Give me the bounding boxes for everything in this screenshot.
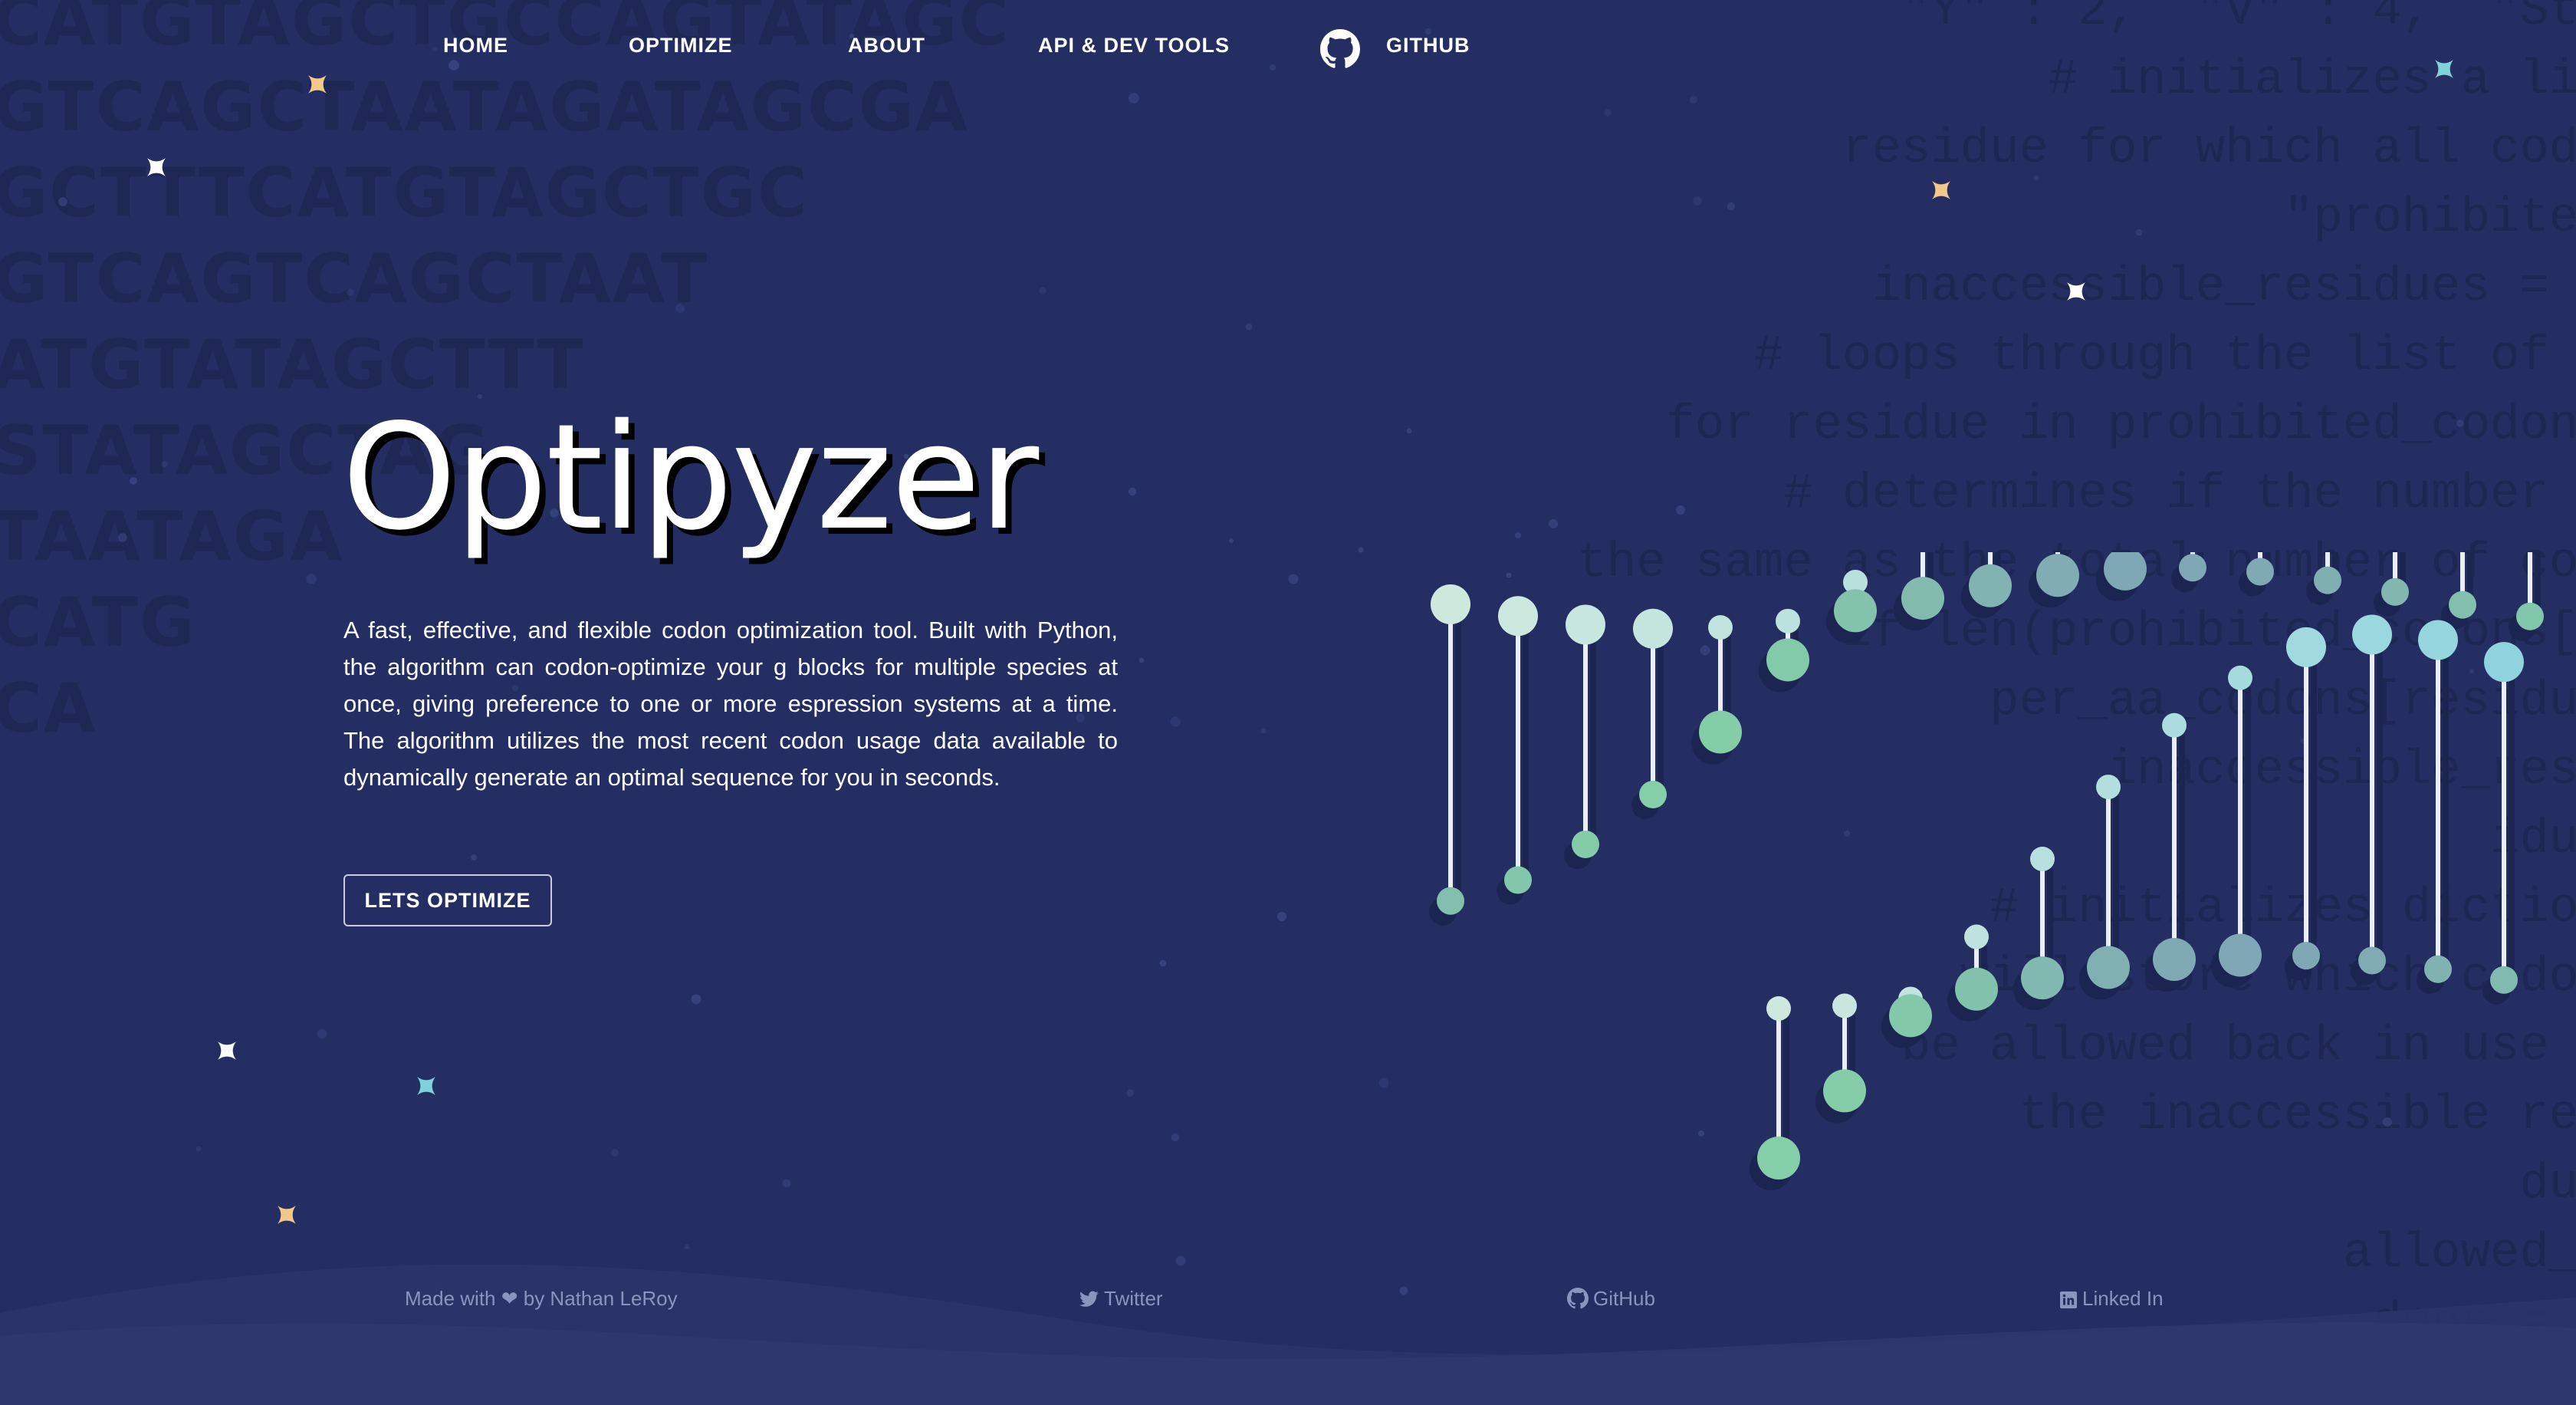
- dna-node: [1969, 564, 2012, 607]
- dna-node: [2021, 956, 2064, 1000]
- footer-twitter-link[interactable]: Twitter: [1079, 1287, 1163, 1311]
- sparkle-icon: [2058, 273, 2095, 310]
- dna-node: [2516, 602, 2544, 630]
- sparkle-icon: [408, 1068, 445, 1104]
- dna-node: [2219, 933, 2262, 977]
- dna-node: [2162, 712, 2187, 738]
- nav-optimize-link[interactable]: OPTIMIZE: [629, 34, 733, 58]
- footer-github-link[interactable]: GitHub: [1567, 1287, 1655, 1311]
- dna-node: [1437, 887, 1464, 915]
- dna-node: [2358, 946, 2386, 975]
- dna-node: [1498, 596, 1538, 637]
- dna-node: [1766, 638, 1809, 682]
- nav-home-link[interactable]: HOME: [443, 34, 508, 58]
- dna-node: [2449, 591, 2476, 619]
- dna-node: [2424, 955, 2452, 983]
- dna-node: [2292, 942, 2320, 970]
- dna-node: [1834, 589, 1877, 633]
- sparkle-icon: [268, 1196, 305, 1233]
- dna-node: [1964, 924, 1989, 949]
- dna-node: [2153, 937, 2196, 981]
- dna-node: [1889, 994, 1932, 1038]
- top-navigation: HOME OPTIMIZE ABOUT API & DEV TOOLS GITH…: [0, 29, 2576, 68]
- dna-node: [1708, 615, 1733, 640]
- dna-node: [2096, 775, 2121, 800]
- hero-title: Optipyzer: [342, 393, 1039, 562]
- sparkle-icon: [1923, 172, 1960, 209]
- dna-node: [2352, 614, 2392, 655]
- dna-node: [2030, 846, 2055, 871]
- dna-node: [1699, 710, 1742, 754]
- github-icon[interactable]: [1320, 29, 1360, 69]
- nav-api-dev-tools-link[interactable]: API & DEV TOOLS: [1038, 34, 1230, 58]
- dna-node: [2036, 554, 2079, 597]
- landing-page: CATGTAGCTGCCAGTATAGC GTCAGCTAATAGATAGCGA G…: [0, 0, 2576, 1405]
- dna-node: [1566, 604, 1605, 645]
- sparkle-icon: [138, 149, 175, 186]
- dna-node: [2228, 665, 2252, 690]
- dna-node: [1572, 831, 1599, 859]
- sparkle-icon: [209, 1032, 245, 1069]
- dna-node: [2087, 946, 2130, 989]
- dna-node: [2286, 627, 2326, 667]
- dna-node: [1776, 608, 1800, 633]
- nav-about-link[interactable]: ABOUT: [848, 34, 925, 58]
- footer-github-label: GitHub: [1593, 1287, 1655, 1310]
- dna-node: [2314, 566, 2341, 594]
- footer-credit: Made with ❤ by Nathan LeRoy: [405, 1287, 678, 1310]
- dna-node: [2418, 620, 2458, 660]
- footer-linkedin-label: Linked In: [2082, 1287, 2164, 1310]
- dna-node: [2484, 642, 2524, 683]
- dna-node: [1431, 584, 1470, 624]
- linkedin-icon: [2060, 1291, 2077, 1308]
- dna-node: [2490, 966, 2518, 994]
- dna-node: [2381, 577, 2409, 606]
- dna-node: [1823, 1069, 1866, 1113]
- dna-node: [1832, 993, 1857, 1018]
- dna-node: [2246, 558, 2274, 586]
- github-icon: [1567, 1288, 1589, 1309]
- hero-description: A fast, effective, and flexible codon op…: [343, 617, 1118, 791]
- lets-optimize-button[interactable]: LETS OPTIMIZE: [343, 874, 552, 926]
- dna-node: [1901, 577, 1944, 620]
- dna-node: [1639, 780, 1667, 808]
- dna-node: [2179, 554, 2206, 582]
- footer-twitter-label: Twitter: [1104, 1287, 1163, 1310]
- dna-node: [1633, 608, 1673, 649]
- dna-node: [1757, 1137, 1800, 1180]
- dna-node: [1955, 967, 1998, 1011]
- dna-helix-illustration: [1429, 552, 2544, 1191]
- sparkle-icon: [299, 66, 336, 103]
- nav-github-link[interactable]: GITHUB: [1386, 34, 1470, 58]
- dna-node: [1766, 995, 1791, 1021]
- footer-linkedin-link[interactable]: Linked In: [2059, 1287, 2164, 1311]
- twitter-icon: [1079, 1291, 1099, 1307]
- dna-node: [1504, 866, 1532, 894]
